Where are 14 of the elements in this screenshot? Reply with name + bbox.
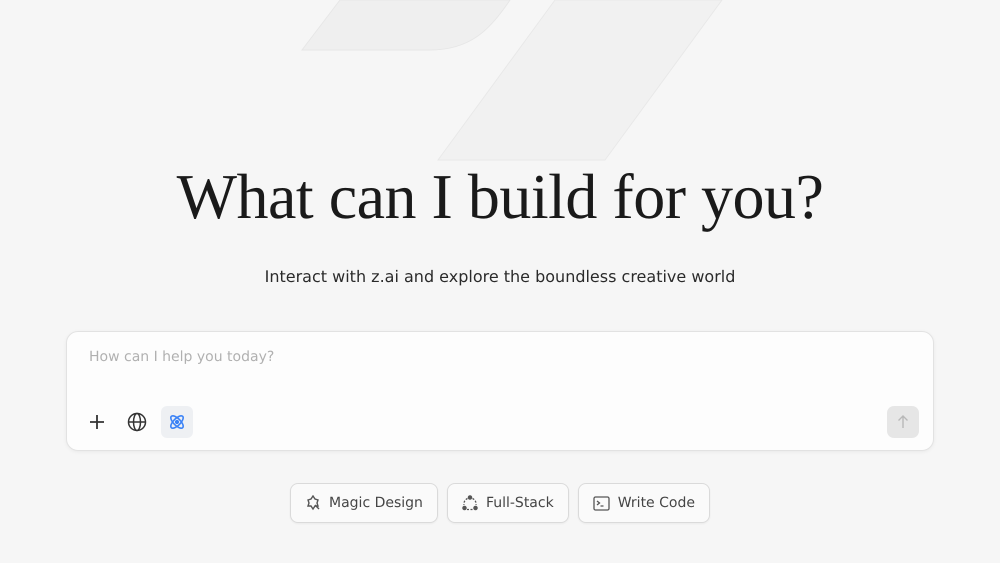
plus-icon: [88, 413, 106, 431]
globe-icon: [127, 412, 147, 432]
subtitle: Interact with z.ai and explore the boundless creative world: [264, 267, 736, 287]
headline: What can I build for you?: [176, 160, 824, 234]
suggestion-button[interactable]: Write Code: [578, 483, 710, 523]
prompt-field[interactable]: How can I help you today?: [81, 346, 919, 368]
arrow-up-icon: [896, 415, 910, 429]
cycle-icon: [462, 495, 478, 511]
terminal-icon: [592, 496, 610, 510]
atom-icon: [168, 413, 186, 431]
sparkle-icon: [305, 495, 322, 511]
suggestion-button[interactable]: Magic Design: [290, 483, 438, 523]
atom-button[interactable]: [161, 406, 193, 438]
suggestion-button[interactable]: Full-Stack: [446, 483, 569, 523]
